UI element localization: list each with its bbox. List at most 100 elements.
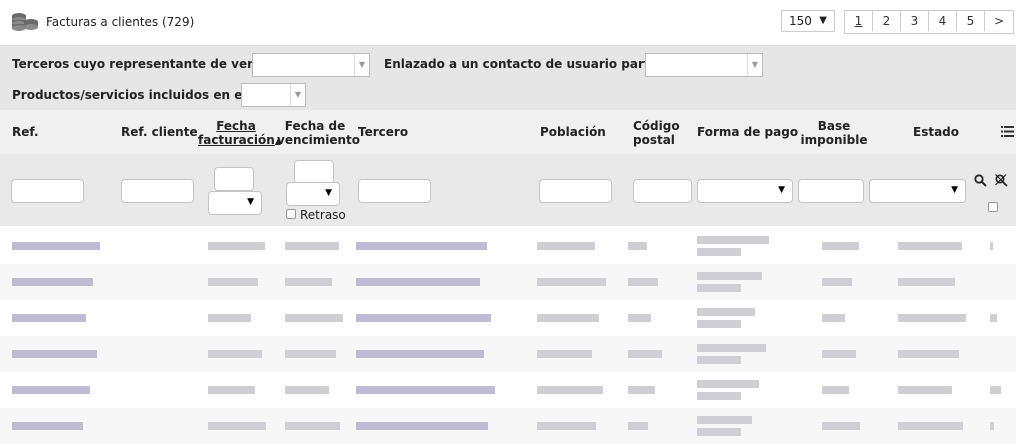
fecha-day-input[interactable] <box>214 167 254 191</box>
col-forma-pago[interactable]: Forma de pago <box>697 125 798 139</box>
blurred-cell <box>898 350 959 358</box>
blurred-cell <box>990 386 1001 394</box>
page-link-4[interactable]: 4 <box>929 11 957 31</box>
blurred-cell <box>537 278 606 286</box>
page-link-3[interactable]: 3 <box>901 11 929 31</box>
page-size-value: 150 <box>789 14 812 28</box>
blurred-cell <box>822 242 859 250</box>
search-filters-panel: Terceros cuyo representante de ventas es… <box>0 45 1016 110</box>
col-base-imponible[interactable]: Base imponible <box>796 119 872 147</box>
col-base-line1: Base <box>817 119 851 133</box>
user-contact-select[interactable]: ▼ <box>645 53 763 77</box>
blurred-cell <box>990 314 997 322</box>
blurred-cell <box>12 386 90 394</box>
blurred-cell <box>12 422 83 430</box>
blurred-cell <box>12 242 100 250</box>
table-row[interactable] <box>0 336 1016 372</box>
blurred-cell <box>822 314 845 322</box>
search-icon[interactable] <box>974 174 987 187</box>
title-bar: Facturas a clientes (729) 150 ▼ 1 2 3 4 … <box>0 0 1024 45</box>
base-imponible-filter-input[interactable] <box>798 179 864 203</box>
col-fecha-facturacion[interactable]: Fecha facturación▲ <box>198 119 281 149</box>
page-link-5[interactable]: 5 <box>957 11 985 31</box>
table-row[interactable] <box>0 228 1016 264</box>
blurred-cell <box>356 386 495 394</box>
tag-select[interactable]: ▼ <box>241 83 306 107</box>
blurred-cell <box>628 314 651 322</box>
chevron-down-icon: ▼ <box>819 15 827 26</box>
table-row[interactable] <box>0 408 1016 444</box>
blurred-cell <box>697 320 741 328</box>
blurred-cell <box>898 314 966 322</box>
column-filter-row: ▼ ▼ Retraso ▼ ▼ <box>0 154 1016 226</box>
blurred-cell <box>12 314 86 322</box>
page-link-2[interactable]: 2 <box>873 11 901 31</box>
blurred-cell <box>697 416 752 424</box>
col-fecha-vencimiento[interactable]: Fecha de vencimiento <box>277 119 360 147</box>
coins-stack-icon <box>12 13 38 31</box>
col-poblacion[interactable]: Población <box>540 125 606 139</box>
blurred-cell <box>898 278 955 286</box>
chevron-down-icon: ▼ <box>747 54 762 76</box>
chevron-down-icon: ▼ <box>951 185 958 195</box>
col-cp-line2: postal <box>633 133 675 147</box>
blurred-cell <box>822 278 852 286</box>
blurred-cell <box>356 242 487 250</box>
blurred-cell <box>990 422 994 430</box>
blurred-cell <box>628 350 662 358</box>
forma-pago-filter-select[interactable]: ▼ <box>697 179 793 203</box>
venc-month-select[interactable]: ▼ <box>286 182 340 206</box>
blurred-cell <box>822 422 860 430</box>
blurred-cell <box>898 242 962 250</box>
sales-rep-select[interactable]: ▼ <box>252 53 370 77</box>
blurred-cell <box>537 314 599 322</box>
blurred-cell <box>285 422 340 430</box>
blurred-cell <box>285 278 332 286</box>
fecha-month-select[interactable]: ▼ <box>208 191 262 215</box>
codigo-postal-filter-input[interactable] <box>633 179 692 203</box>
estado-filter-select[interactable]: ▼ <box>869 179 966 203</box>
ref-cliente-filter-input[interactable] <box>121 179 194 203</box>
blurred-cell <box>822 386 849 394</box>
blurred-cell <box>697 428 741 436</box>
col-venc-line1: Fecha de <box>284 119 346 133</box>
venc-day-input[interactable] <box>294 160 334 184</box>
blurred-cell <box>356 314 491 322</box>
blurred-cell <box>697 236 769 244</box>
blurred-cell <box>990 242 993 250</box>
blurred-cell <box>537 242 595 250</box>
page-next-button[interactable]: > <box>985 11 1013 31</box>
list-icon[interactable] <box>1001 126 1014 137</box>
clear-filter-icon[interactable] <box>995 174 1008 187</box>
col-ref[interactable]: Ref. <box>12 125 39 139</box>
chevron-down-icon: ▼ <box>325 188 332 198</box>
blurred-cell <box>898 386 952 394</box>
retraso-checkbox[interactable] <box>286 209 296 219</box>
ref-filter-input[interactable] <box>11 179 84 203</box>
blurred-cell <box>697 248 741 256</box>
col-tercero[interactable]: Tercero <box>358 125 408 139</box>
page-link-1[interactable]: 1 <box>845 11 873 31</box>
blurred-cell <box>356 350 484 358</box>
table-row[interactable] <box>0 300 1016 336</box>
blurred-cell <box>208 314 251 322</box>
blurred-cell <box>628 278 658 286</box>
col-base-line2: imponible <box>800 133 868 147</box>
col-ref-cliente[interactable]: Ref. cliente <box>121 125 198 139</box>
tag-filter-label: Productos/servicios incluidos en el tag: <box>12 88 278 102</box>
col-codigo-postal[interactable]: Código postal <box>633 119 680 147</box>
chevron-down-icon: ▼ <box>778 185 785 195</box>
select-all-checkbox[interactable] <box>988 202 998 212</box>
poblacion-filter-input[interactable] <box>539 179 612 203</box>
col-estado[interactable]: Estado <box>913 125 959 139</box>
blurred-cell <box>697 284 741 292</box>
blurred-cell <box>898 422 963 430</box>
table-header: Ref. Ref. cliente Fecha facturación▲ Fec… <box>0 110 1016 154</box>
page-size-select[interactable]: 150 ▼ <box>781 10 835 32</box>
table-row[interactable] <box>0 372 1016 408</box>
retraso-label: Retraso <box>300 208 346 222</box>
blurred-cell <box>697 272 762 280</box>
tercero-filter-input[interactable] <box>358 179 431 203</box>
blurred-cell <box>697 392 741 400</box>
table-row[interactable] <box>0 264 1016 300</box>
